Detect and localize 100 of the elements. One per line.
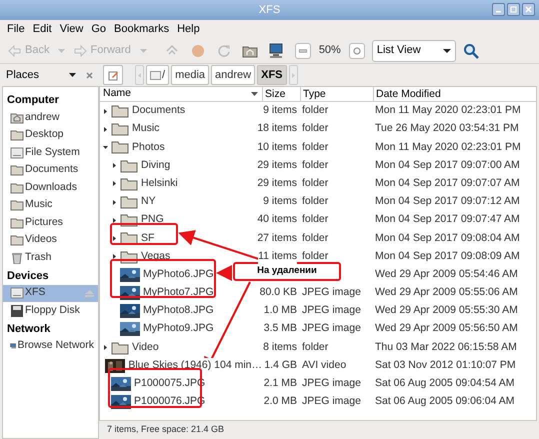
status-bar-text: 7 items, Free space: 21.4 GB (107, 423, 224, 436)
collapsed-arrow-icon[interactable] (102, 108, 108, 114)
column-header[interactable]: Type (300, 87, 373, 101)
menu-item[interactable]: Bookmarks (110, 20, 174, 38)
path-button[interactable]: media (171, 65, 210, 85)
collapsed-arrow-icon[interactable] (112, 163, 116, 168)
file-date: Thu 03 Mar 2022 06:15:58 AM (375, 340, 517, 353)
caret-icon[interactable] (69, 73, 76, 77)
up-arrow-icon (164, 44, 179, 58)
folder-icon (120, 231, 138, 246)
file-type: folder (302, 213, 328, 226)
places-label: Places (6, 68, 40, 83)
column-header[interactable]: Date Modified (373, 87, 536, 101)
minus-icon (298, 48, 307, 52)
file-date: Mon 04 Sep 2017 09:07:07 AM (375, 176, 520, 189)
file-name[interactable]: Blue Skies (1946) 104 min… (128, 358, 262, 374)
file-date: Mon 04 Sep 2017 09:07:12 AM (375, 195, 520, 208)
folder-icon (111, 122, 129, 136)
sort-caret-icon (251, 92, 258, 96)
sidebar-item[interactable]: Videos (3, 232, 98, 249)
stop-icon (190, 44, 205, 58)
sidebar-item[interactable]: Pictures (3, 214, 98, 232)
sidebar-item[interactable]: andrew (3, 109, 98, 126)
file-type: folder (302, 195, 328, 208)
file-date: Mon 04 Sep 2017 09:07:47 AM (375, 213, 520, 226)
caret-icon (58, 48, 66, 52)
left-caret-icon (138, 72, 141, 78)
file-date: Mon 11 May 2020 02:23:01 PM (375, 104, 521, 116)
menu-item[interactable]: Edit (28, 20, 56, 38)
edit-location-button[interactable] (103, 65, 123, 85)
path-button[interactable]: andrew (211, 65, 256, 85)
menu-item[interactable]: Go (87, 20, 110, 38)
column-header[interactable]: Size (262, 87, 300, 101)
search-icon (462, 42, 479, 58)
folder-icon (111, 340, 129, 355)
collapsed-arrow-icon[interactable] (112, 218, 116, 223)
maximize-button[interactable] (507, 3, 520, 16)
file-type: folder (302, 232, 328, 244)
path-button[interactable]: XFS (257, 65, 287, 85)
close-icon (525, 6, 532, 13)
menu-item[interactable]: File (3, 20, 29, 38)
drive-icon (10, 287, 24, 300)
folder-icon (10, 129, 24, 142)
close-button[interactable] (522, 3, 535, 16)
sidebar-item[interactable]: File System (3, 144, 98, 162)
collapsed-arrow-icon[interactable] (112, 236, 116, 241)
right-caret-icon (292, 72, 295, 78)
file-date: Tue 26 May 2020 03:54:31 PM (375, 122, 519, 134)
file-type: JPEG image (302, 322, 361, 334)
menu-item[interactable]: Help (173, 20, 204, 38)
file-date: Mon 11 May 2020 02:23:01 PM (375, 140, 521, 153)
folder-icon (120, 158, 138, 173)
expanded-arrow-icon[interactable] (102, 144, 108, 150)
sidebar-heading: Computer (6, 93, 60, 108)
menu-item[interactable]: View (56, 20, 88, 38)
zoom-out-button[interactable] (294, 42, 311, 58)
sidebar-item[interactable]: Trash (3, 249, 98, 266)
home-folder-icon (242, 44, 258, 58)
file-type: folder (302, 158, 328, 171)
file-type: folder (302, 122, 328, 134)
sidebar-item[interactable]: Desktop (3, 126, 98, 144)
folder-icon (111, 104, 129, 118)
view-dropdown[interactable]: List View (372, 40, 456, 62)
drive-icon (150, 70, 161, 80)
highlight-frame (110, 223, 178, 245)
sidebar-item[interactable]: Documents (3, 162, 98, 179)
sidebar-item[interactable]: Music (3, 196, 98, 214)
close-icon[interactable] (86, 72, 93, 78)
file-date: Mon 04 Sep 2017 09:08:04 AM (375, 232, 520, 244)
file-type: JPEG image (302, 395, 361, 408)
back-arrow-icon (8, 44, 22, 56)
path-button[interactable]: / (146, 65, 170, 85)
reload-icon (216, 44, 231, 58)
file-date: Mon 04 Sep 2017 09:08:09 AM (375, 250, 520, 262)
trash-icon (10, 252, 24, 264)
forward-arrow-icon (73, 44, 88, 56)
maximize-icon (510, 6, 517, 13)
collapsed-arrow-icon[interactable] (112, 254, 116, 260)
column-header[interactable]: Name (100, 87, 262, 101)
sidebar-heading: Devices (6, 268, 50, 284)
sidebar-item[interactable]: Browse Network (3, 338, 98, 355)
minimize-button[interactable] (492, 3, 505, 16)
folder-icon (120, 195, 138, 210)
home-folder-icon (10, 112, 24, 124)
sidebar-item[interactable]: Downloads (3, 179, 98, 196)
file-type: folder (302, 140, 328, 153)
file-type: JPEG image (302, 304, 361, 316)
collapsed-arrow-icon[interactable] (102, 126, 108, 132)
file-type: JPEG image (302, 377, 361, 390)
collapsed-arrow-icon[interactable] (112, 181, 116, 186)
file-type: folder (302, 176, 328, 189)
sidebar-item[interactable]: XFS (3, 284, 98, 302)
sidebar-item[interactable]: Floppy Disk (3, 302, 98, 320)
collapsed-arrow-icon[interactable] (112, 200, 116, 205)
zoom-in-button[interactable] (348, 42, 365, 58)
file-type: AVI video (302, 358, 346, 371)
collapsed-arrow-icon[interactable] (102, 345, 108, 350)
file-date: Wed 29 Apr 2009 05:55:30 AM (375, 304, 518, 316)
file-date: Mon 04 Sep 2017 09:07:00 AM (375, 158, 520, 171)
file-date: Wed 29 Apr 2009 05:54:46 AM (375, 268, 518, 280)
